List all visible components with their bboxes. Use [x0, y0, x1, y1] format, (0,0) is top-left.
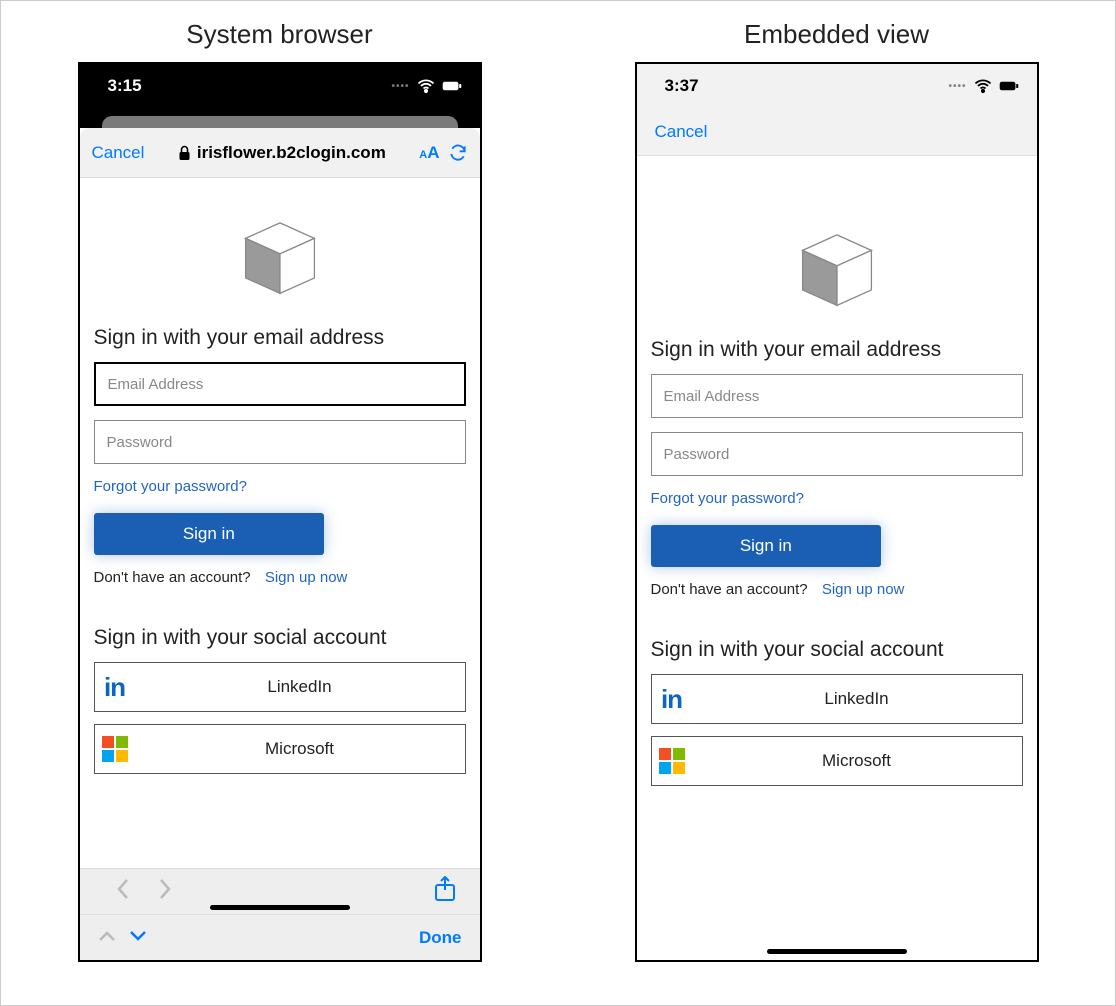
social-heading: Sign in with your social account — [651, 638, 1023, 662]
email-field[interactable] — [651, 374, 1023, 418]
next-field-button[interactable] — [129, 927, 147, 947]
cellular-icon: •••• — [948, 81, 966, 92]
page-content: Sign in with your email address Forgot y… — [80, 178, 480, 868]
wifi-icon — [416, 76, 436, 96]
linkedin-label: LinkedIn — [692, 689, 1022, 709]
linkedin-label: LinkedIn — [135, 677, 465, 697]
signin-button[interactable]: Sign in — [94, 513, 325, 555]
status-bar: 3:37 •••• — [637, 64, 1037, 108]
linkedin-icon: in — [104, 672, 125, 703]
app-logo-icon — [237, 216, 323, 302]
microsoft-icon — [659, 748, 685, 774]
signin-heading: Sign in with your email address — [651, 338, 1023, 362]
url-host: irisflower.b2clogin.com — [197, 143, 386, 163]
phone-system-browser: 3:15 •••• Cancel irisflower.b2clogin.com… — [78, 62, 482, 962]
phone-embedded-view: 3:37 •••• Cancel Sign in — [635, 62, 1039, 962]
cancel-button[interactable]: Cancel — [655, 122, 708, 142]
lock-icon — [178, 145, 191, 161]
reload-icon[interactable] — [448, 143, 468, 163]
status-bar: 3:15 •••• — [80, 64, 480, 108]
keyboard-accessory-toolbar: Done — [80, 914, 480, 960]
no-account-text: Don't have an account? Sign up now — [94, 569, 466, 586]
signup-link[interactable]: Sign up now — [822, 581, 905, 598]
signup-link[interactable]: Sign up now — [265, 569, 348, 586]
microsoft-icon — [102, 736, 128, 762]
cancel-button[interactable]: Cancel — [92, 143, 145, 163]
home-indicator[interactable] — [210, 905, 350, 910]
no-account-text: Don't have an account? Sign up now — [651, 581, 1023, 598]
panel-title-left: System browser — [186, 19, 372, 50]
battery-icon — [999, 76, 1019, 96]
app-logo-icon — [794, 228, 880, 314]
forgot-password-link[interactable]: Forgot your password? — [94, 478, 247, 495]
reader-mode-button[interactable]: AA — [419, 143, 439, 163]
linkedin-button[interactable]: in LinkedIn — [651, 674, 1023, 724]
email-field[interactable] — [94, 362, 466, 406]
password-field[interactable] — [651, 432, 1023, 476]
wifi-icon — [973, 76, 993, 96]
nav-bar: Cancel — [637, 108, 1037, 156]
url-display[interactable]: irisflower.b2clogin.com — [152, 143, 411, 163]
back-button[interactable] — [104, 878, 142, 906]
browser-tab-peek — [80, 108, 480, 128]
signin-button[interactable]: Sign in — [651, 525, 882, 567]
battery-icon — [442, 76, 462, 96]
cellular-icon: •••• — [391, 81, 409, 92]
prev-field-button[interactable] — [98, 927, 121, 947]
microsoft-label: Microsoft — [135, 739, 465, 759]
signin-heading: Sign in with your email address — [94, 326, 466, 350]
linkedin-icon: in — [661, 684, 682, 715]
page-content: Sign in with your email address Forgot y… — [637, 156, 1037, 960]
done-button[interactable]: Done — [419, 928, 462, 948]
linkedin-button[interactable]: in LinkedIn — [94, 662, 466, 712]
panel-title-right: Embedded view — [744, 19, 929, 50]
forward-button[interactable] — [146, 878, 184, 906]
browser-url-bar: Cancel irisflower.b2clogin.com AA — [80, 128, 480, 178]
password-field[interactable] — [94, 420, 466, 464]
share-button[interactable] — [434, 876, 456, 907]
microsoft-button[interactable]: Microsoft — [651, 736, 1023, 786]
forgot-password-link[interactable]: Forgot your password? — [651, 490, 804, 507]
status-time: 3:15 — [108, 76, 142, 96]
microsoft-label: Microsoft — [692, 751, 1022, 771]
home-indicator[interactable] — [767, 949, 907, 954]
microsoft-button[interactable]: Microsoft — [94, 724, 466, 774]
social-heading: Sign in with your social account — [94, 626, 466, 650]
status-time: 3:37 — [665, 76, 699, 96]
